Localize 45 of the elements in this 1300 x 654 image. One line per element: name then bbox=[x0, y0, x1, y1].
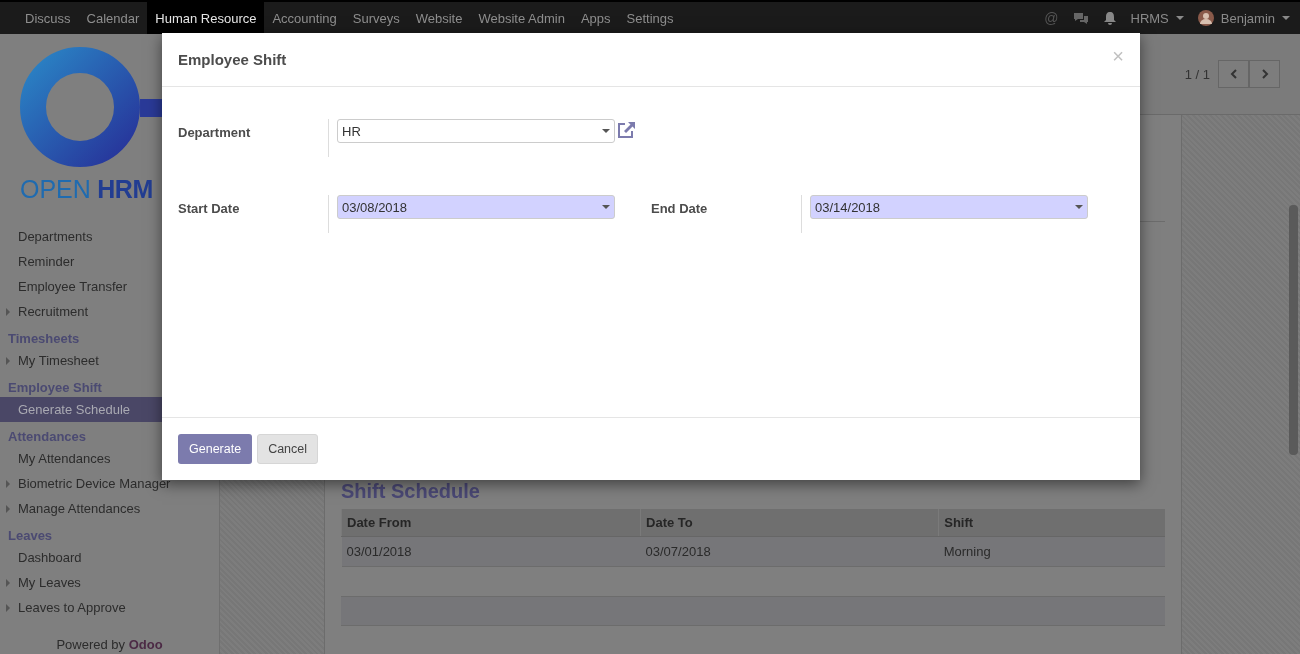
next-button[interactable] bbox=[1249, 60, 1280, 88]
dialog-title: Employee Shift bbox=[178, 51, 287, 68]
department-select[interactable]: HR bbox=[337, 119, 615, 143]
field-label: Department bbox=[178, 125, 252, 142]
app-menu-item[interactable]: Accounting bbox=[264, 2, 345, 34]
external-link-icon[interactable] bbox=[617, 121, 637, 139]
date-field[interactable]: 03/14/2018 bbox=[810, 195, 1088, 219]
column-header: Shift bbox=[938, 509, 1165, 537]
field-label: Start Date bbox=[178, 201, 241, 218]
app-menu-item[interactable]: Website Admin bbox=[470, 2, 573, 34]
logo-text: OPEN HRM bbox=[20, 174, 153, 205]
app-menu-item[interactable]: Website bbox=[407, 2, 471, 34]
menu-item[interactable]: Recruitment bbox=[0, 299, 219, 324]
menu-item[interactable]: Leaves to Approve bbox=[0, 595, 219, 620]
menu-item[interactable]: My Timesheet bbox=[0, 348, 219, 373]
chevron-left-icon bbox=[1229, 69, 1238, 79]
app-menu-item[interactable]: Discuss bbox=[17, 2, 79, 34]
user-menu[interactable]: Benjamin bbox=[1197, 10, 1290, 26]
menu-item[interactable]: My Leaves bbox=[0, 570, 219, 595]
company-menu[interactable]: HRMS bbox=[1130, 10, 1184, 26]
avatar-icon bbox=[1197, 10, 1214, 26]
previous-button[interactable] bbox=[1218, 60, 1249, 88]
field-label: End Date bbox=[651, 201, 709, 218]
table-cell: Morning bbox=[938, 536, 1165, 567]
cancel-button[interactable]: Cancel bbox=[257, 434, 319, 464]
column-header: Date To bbox=[640, 509, 939, 537]
app-menu-item[interactable]: Human Resource bbox=[147, 2, 265, 34]
app-menu-item[interactable]: Surveys bbox=[344, 2, 408, 34]
table-cell: 03/01/2018 bbox=[341, 536, 641, 567]
app-menu-item[interactable]: Calendar bbox=[78, 2, 148, 34]
app-menu-item[interactable]: Settings bbox=[618, 2, 682, 34]
powered-by-text: Powered by Odoo bbox=[55, 637, 164, 654]
date-field[interactable]: 03/08/2018 bbox=[337, 195, 615, 219]
app-menu-item[interactable]: Apps bbox=[572, 2, 619, 34]
chat-icon[interactable] bbox=[1072, 11, 1089, 25]
pager-value: 1 / 1 bbox=[1184, 66, 1210, 82]
table-cell: 03/07/2018 bbox=[640, 536, 939, 567]
scrollbar[interactable] bbox=[1289, 205, 1298, 455]
generate-button[interactable]: Generate bbox=[178, 434, 253, 464]
chevron-right-icon bbox=[1260, 69, 1269, 79]
menu-item[interactable]: Manage Attendances bbox=[0, 496, 219, 521]
bell-icon[interactable] bbox=[1102, 10, 1117, 26]
column-header: Date From bbox=[341, 509, 641, 537]
menu-item[interactable]: Dashboard bbox=[0, 545, 219, 570]
menu-item[interactable]: Biometric Device Manager bbox=[0, 471, 219, 496]
